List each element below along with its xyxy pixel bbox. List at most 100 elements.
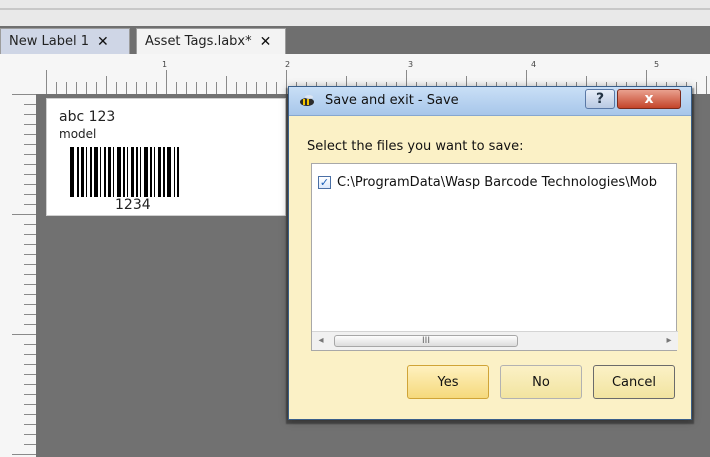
ruler-tick (24, 244, 36, 245)
ruler-tick (24, 164, 36, 165)
ruler-tick (56, 82, 57, 94)
ruler-tick (96, 82, 97, 94)
ruler-tick (24, 264, 36, 265)
checkbox[interactable]: ✓ (318, 175, 331, 189)
close-icon[interactable]: ✕ (97, 35, 109, 49)
barcode-bar (117, 147, 121, 197)
ruler-tick (24, 274, 36, 275)
ruler-tick (24, 134, 36, 135)
help-button[interactable]: ? (585, 89, 615, 109)
barcode-bar (77, 147, 79, 197)
ruler-tick (24, 254, 36, 255)
ruler-tick (116, 82, 117, 94)
ruler-tick (24, 174, 36, 175)
ruler-tick (176, 82, 177, 94)
ruler-tick (12, 94, 36, 95)
close-icon[interactable]: ✕ (260, 35, 272, 49)
barcode-bar (94, 147, 98, 197)
checkmark-icon: ✓ (319, 175, 330, 189)
tab-asset-tags[interactable]: Asset Tags.labx* ✕ (136, 28, 286, 54)
barcode-bar (167, 147, 171, 197)
scroll-grip: III (422, 336, 430, 346)
ruler-tick (24, 384, 36, 385)
vertical-ruler (0, 94, 37, 457)
barcode-bar (136, 147, 138, 197)
ruler-tick (256, 82, 257, 94)
close-button[interactable]: x (617, 89, 681, 109)
ruler-tick (12, 334, 36, 335)
barcode-bar (104, 147, 106, 197)
barcode-bar (154, 147, 155, 197)
button-label: No (532, 374, 550, 390)
ruler-tick (24, 144, 36, 145)
barcode-bar (140, 147, 141, 197)
dialog-title: Save and exit - Save (325, 93, 459, 108)
ruler-tick (24, 104, 36, 105)
ruler-tick (24, 154, 36, 155)
ruler-tick (24, 424, 36, 425)
ruler-tick (24, 414, 36, 415)
ruler-tick (24, 364, 36, 365)
ruler-tick (76, 82, 77, 94)
barcode-bar (174, 147, 175, 197)
ruler-tick (24, 374, 36, 375)
barcode-bar (123, 147, 125, 197)
top-chrome (0, 0, 710, 27)
no-button[interactable]: No (500, 365, 582, 399)
ruler-tick (24, 324, 36, 325)
file-list[interactable]: ✓ C:\ProgramData\Wasp Barcode Technologi… (311, 163, 678, 351)
label-subtitle: model (59, 127, 97, 141)
save-dialog: Save and exit - Save ? x Select the file… (288, 86, 692, 420)
ruler-tick (24, 404, 36, 405)
scroll-left-icon[interactable]: ◂ (314, 335, 328, 347)
dialog-prompt: Select the files you want to save: (307, 139, 524, 154)
barcode-bar (131, 147, 134, 197)
yes-button[interactable]: Yes (407, 365, 489, 399)
ruler-tick (186, 82, 187, 94)
file-path: C:\ProgramData\Wasp Barcode Technologies… (337, 174, 657, 190)
ruler-tick (24, 124, 36, 125)
ruler-tick (24, 284, 36, 285)
label-preview[interactable]: abc 123 model 1234 (46, 98, 286, 216)
ruler-tick (206, 82, 207, 94)
tab-label: Asset Tags.labx* (145, 34, 252, 49)
barcode-bar (86, 147, 87, 197)
ruler-tick (216, 82, 217, 94)
barcode-bar (158, 147, 161, 197)
tab-new-label-1[interactable]: New Label 1 ✕ (0, 28, 130, 54)
barcode-bar (163, 147, 165, 197)
ruler-tick (706, 76, 707, 94)
ruler-tick (24, 114, 36, 115)
barcode-bar (177, 147, 179, 197)
ruler-tick (146, 82, 147, 94)
vertical-ruler-ticks (0, 94, 36, 457)
list-item[interactable]: ✓ C:\ProgramData\Wasp Barcode Technologi… (318, 172, 674, 192)
ruler-tick (696, 82, 697, 94)
ruler-tick (24, 294, 36, 295)
ruler-tick (12, 454, 36, 455)
help-icon: ? (595, 91, 605, 107)
ruler-tick (24, 394, 36, 395)
ruler-tick (136, 82, 137, 94)
dialog-titlebar[interactable]: Save and exit - Save ? x (289, 87, 691, 116)
barcode-bar (144, 147, 148, 197)
ruler-tick (12, 214, 36, 215)
barcode-bar (100, 147, 101, 197)
ruler-tick (24, 314, 36, 315)
barcode-bar (70, 147, 74, 197)
scroll-thumb[interactable]: III (334, 335, 518, 347)
horizontal-scrollbar[interactable]: ◂ III ▸ (312, 331, 678, 350)
ruler-tick (276, 82, 277, 94)
ruler-tick (24, 204, 36, 205)
ruler-tick (24, 184, 36, 185)
ruler-tick (46, 70, 47, 94)
ruler-tick (226, 76, 227, 94)
chrome-line (0, 8, 710, 10)
scroll-right-icon[interactable]: ▸ (662, 335, 676, 347)
cancel-button[interactable]: Cancel (593, 365, 675, 399)
ruler-tick (126, 82, 127, 94)
ruler-tick (106, 76, 107, 94)
ruler-tick (236, 82, 237, 94)
ruler-tick (24, 354, 36, 355)
ruler-tick (66, 82, 67, 94)
